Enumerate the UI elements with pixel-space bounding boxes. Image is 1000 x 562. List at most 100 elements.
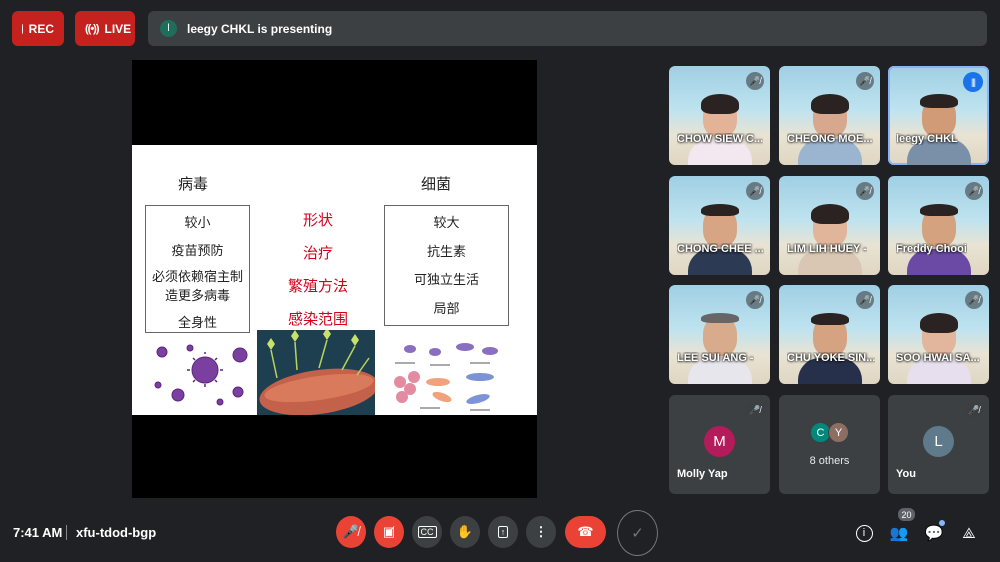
bacteria-item: 抗生素 bbox=[426, 245, 466, 260]
participant-video bbox=[797, 204, 862, 275]
participant-tile[interactable]: 🎤̸ SOO HWAI SA... bbox=[888, 285, 989, 384]
others-tile[interactable]: C Y 8 others bbox=[779, 395, 880, 494]
virus-title: 病毒 bbox=[178, 175, 209, 193]
hand-icon: ✋ bbox=[456, 524, 474, 539]
participant-name: CHU YOKE SIN... bbox=[787, 352, 876, 364]
participant-video bbox=[687, 204, 752, 275]
camera-toggle-button[interactable]: ▣̸ bbox=[374, 516, 404, 548]
mic-off-icon: 🎤̸ bbox=[746, 401, 764, 419]
leave-call-button[interactable]: ☎ bbox=[565, 516, 606, 548]
presentation-screen: 病毒 细菌 较小 疫苗预防 必须依赖宿主制 造更多病毒 全身性 形状 治疗 繁殖… bbox=[132, 60, 537, 498]
self-tile[interactable]: L 🎤̸ You bbox=[888, 395, 989, 494]
check-icon: ✓ bbox=[631, 525, 644, 542]
bacteria-item: 局部 bbox=[433, 302, 460, 317]
participant-name: LIM LIH HUEY - bbox=[787, 243, 867, 255]
participant-tile[interactable]: 🎤̸ CHU YOKE SIN... bbox=[779, 285, 880, 384]
more-vert-icon: ⋮ bbox=[534, 524, 548, 539]
participant-name: leegy CHKL bbox=[896, 133, 958, 145]
captions-button[interactable]: CC bbox=[412, 516, 442, 548]
speaking-icon: ||| bbox=[963, 72, 983, 92]
participant-tile[interactable]: 🎤̸ CHONG CHEE ... bbox=[669, 176, 770, 275]
mic-off-icon: 🎤̸ bbox=[965, 291, 983, 309]
virus-item: 疫苗预防 bbox=[171, 244, 224, 259]
bacteria-illustration bbox=[257, 330, 375, 415]
mic-off-icon: 🎤̸ bbox=[856, 291, 874, 309]
bacteria-title: 细菌 bbox=[421, 175, 452, 193]
compare-item: 形状 bbox=[302, 211, 333, 229]
participant-tile[interactable]: 🎤̸ Freddy Chooi bbox=[888, 176, 989, 275]
live-stream-indicator[interactable]: ((•)) LIVE bbox=[75, 11, 135, 46]
more-options-button[interactable]: ⋮ bbox=[526, 516, 556, 548]
participant-video bbox=[797, 313, 862, 384]
participant-tile-active-speaker[interactable]: ||| leegy CHKL bbox=[888, 66, 989, 165]
check-overlay-button[interactable]: ✓ bbox=[617, 510, 658, 556]
meeting-info-button[interactable]: i bbox=[853, 522, 875, 544]
participant-name: SOO HWAI SA... bbox=[896, 352, 980, 364]
activities-icon: ⟁ bbox=[962, 524, 976, 542]
mic-off-icon: 🎤̸ bbox=[965, 182, 983, 200]
bacteria-item: 较大 bbox=[433, 216, 460, 231]
participant-tile[interactable]: 🎤̸ LEE SUI ANG - bbox=[669, 285, 770, 384]
participant-tile[interactable]: 🎤̸ CHOW SIEW C... bbox=[669, 66, 770, 165]
slide: 病毒 细菌 较小 疫苗预防 必须依赖宿主制 造更多病毒 全身性 形状 治疗 繁殖… bbox=[132, 145, 537, 415]
avatar: L bbox=[923, 426, 954, 457]
participant-video bbox=[906, 313, 971, 384]
mic-toggle-button[interactable]: 🎤̸ bbox=[336, 516, 366, 548]
participant-name: CHONG CHEE ... bbox=[677, 243, 764, 255]
participant-video bbox=[906, 94, 971, 165]
participant-name: Molly Yap bbox=[677, 468, 728, 480]
hang-up-icon: ☎ bbox=[577, 524, 594, 539]
clock: 7:41 AM bbox=[13, 525, 63, 540]
others-count-label: 8 others bbox=[809, 455, 850, 467]
compare-item: 感染范围 bbox=[287, 310, 348, 328]
participant-video bbox=[687, 94, 752, 165]
rec-label: REC bbox=[28, 21, 54, 36]
mic-off-icon: 🎤̸ bbox=[965, 401, 983, 419]
chat-icon: 💬 bbox=[924, 525, 944, 542]
participant-video bbox=[797, 94, 862, 165]
camera-off-icon: ▣̸ bbox=[382, 524, 396, 539]
captions-icon: CC bbox=[417, 526, 437, 538]
avatar: Y bbox=[828, 422, 849, 443]
compare-item: 治疗 bbox=[302, 244, 333, 262]
participant-name: You bbox=[896, 468, 916, 480]
meeting-code: xfu-tdod-bgp bbox=[76, 525, 157, 540]
people-icon: 👥 bbox=[889, 525, 909, 542]
live-label: LIVE bbox=[104, 21, 132, 36]
recording-indicator[interactable]: REC bbox=[12, 11, 64, 46]
participant-name: LEE SUI ANG - bbox=[677, 352, 754, 364]
participant-name: Freddy Chooi bbox=[896, 243, 967, 255]
mic-off-icon: 🎤̸ bbox=[746, 182, 764, 200]
participant-tile[interactable]: 🎤̸ LIM LIH HUEY - bbox=[779, 176, 880, 275]
participant-tile[interactable]: M 🎤̸ Molly Yap bbox=[669, 395, 770, 494]
record-dot-icon bbox=[22, 23, 23, 34]
participant-name: CHEONG MOE... bbox=[787, 133, 873, 145]
participant-video bbox=[906, 204, 971, 275]
presenting-text: leegy CHKL is presenting bbox=[187, 21, 333, 36]
virus-illustration bbox=[154, 344, 248, 406]
virus-item: 全身性 bbox=[177, 316, 217, 331]
present-icon: ↑ bbox=[497, 526, 509, 538]
bacteria-item: 可独立生活 bbox=[413, 273, 479, 288]
virus-item: 较小 bbox=[184, 216, 211, 231]
info-icon: i bbox=[855, 524, 873, 542]
mic-off-icon: 🎤̸ bbox=[746, 291, 764, 309]
participant-name: CHOW SIEW C... bbox=[677, 133, 764, 145]
presenting-banner[interactable]: l leegy CHKL is presenting bbox=[148, 11, 987, 46]
mic-off-icon: 🎤̸ bbox=[856, 182, 874, 200]
people-button[interactable]: 👥 bbox=[888, 522, 910, 544]
unread-dot bbox=[939, 520, 945, 526]
raise-hand-button[interactable]: ✋ bbox=[450, 516, 480, 548]
virus-item: 造更多病毒 bbox=[164, 289, 230, 304]
broadcast-icon: ((•)) bbox=[85, 22, 99, 35]
divider bbox=[66, 525, 67, 540]
mic-off-icon: 🎤̸ bbox=[746, 72, 764, 90]
present-button[interactable]: ↑ bbox=[488, 516, 518, 548]
virus-item: 必须依赖宿主制 bbox=[151, 270, 243, 285]
avatar: M bbox=[704, 426, 735, 457]
presenter-avatar: l bbox=[160, 20, 177, 37]
compare-item: 繁殖方法 bbox=[287, 277, 348, 295]
participant-tile[interactable]: 🎤̸ CHEONG MOE... bbox=[779, 66, 880, 165]
cell-diagram bbox=[394, 343, 498, 411]
activities-button[interactable]: ⟁ bbox=[958, 522, 980, 544]
